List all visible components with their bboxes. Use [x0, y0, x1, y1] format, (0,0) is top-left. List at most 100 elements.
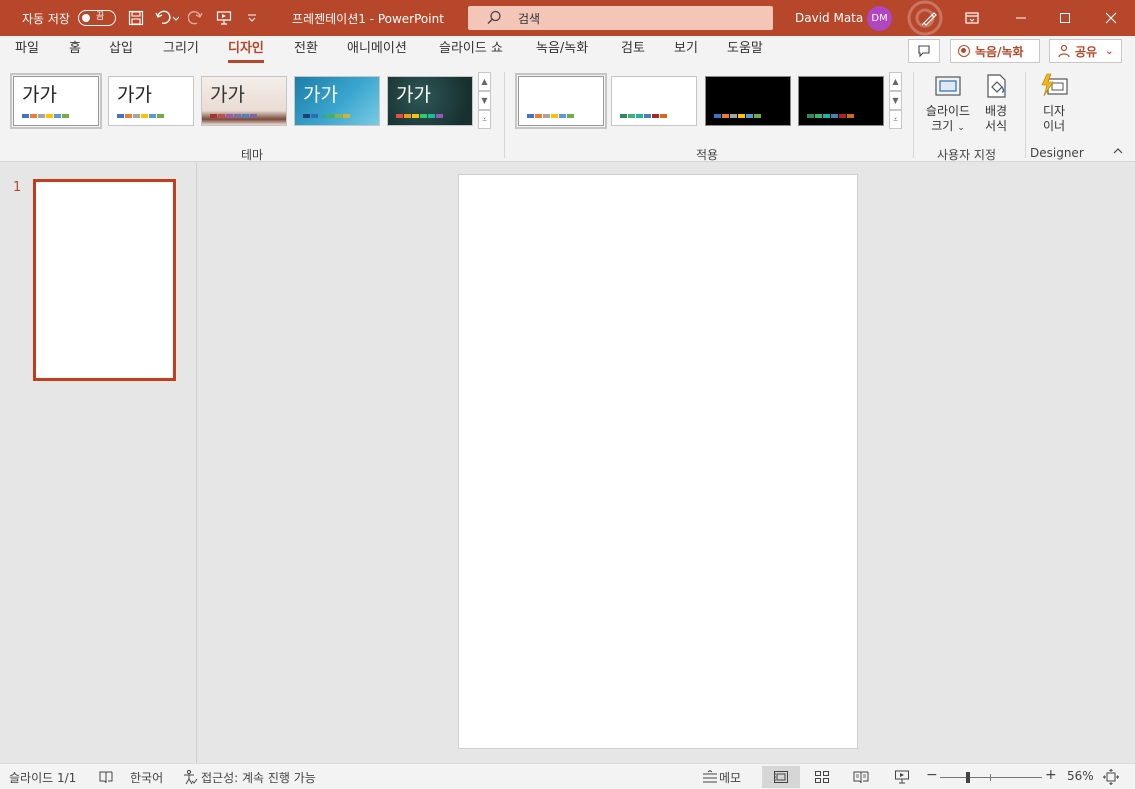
- notes-button[interactable]: 메모: [719, 769, 741, 786]
- slide-thumbnail[interactable]: [33, 179, 176, 381]
- accessibility-icon[interactable]: [181, 768, 199, 786]
- search-box[interactable]: 검색: [468, 6, 773, 30]
- tab-animations[interactable]: 애니메이션: [347, 41, 407, 63]
- format-background-label-1: 배경: [984, 104, 1008, 118]
- theme-sample-text: 가가: [303, 84, 338, 106]
- format-background-button[interactable]: 배경 서식: [978, 70, 1014, 134]
- customize-toolbar-icon[interactable]: [240, 6, 264, 30]
- theme-sample-text: 가가: [396, 84, 431, 106]
- language[interactable]: 한국어: [130, 769, 163, 786]
- tab-record[interactable]: 녹음/녹화: [536, 41, 588, 63]
- zoom-out-icon[interactable]: −: [926, 767, 938, 783]
- record-button[interactable]: 녹음/녹화: [950, 39, 1040, 63]
- designer-group-label: Designer: [1030, 146, 1084, 160]
- slide-size-label-2: 크기: [931, 119, 954, 133]
- reading-view-icon[interactable]: [852, 768, 870, 786]
- collapse-ribbon-icon[interactable]: [1112, 146, 1128, 162]
- theme-color-swatches: [396, 114, 443, 118]
- ribbon-display-icon[interactable]: [960, 6, 984, 30]
- user-name[interactable]: David Mata: [795, 11, 863, 25]
- slide-size-button[interactable]: 슬라이드 크기 ⌄: [922, 70, 974, 136]
- tab-file[interactable]: 파일: [15, 41, 39, 63]
- spellcheck-icon[interactable]: [97, 768, 115, 786]
- variants-gallery-scroll: ▲ ▼ ⩡: [889, 72, 902, 130]
- comments-button[interactable]: [908, 39, 940, 63]
- gallery-more-icon[interactable]: ⩡: [889, 110, 902, 129]
- theme-sample-text: 가가: [210, 84, 245, 106]
- redo-icon[interactable]: [184, 6, 208, 30]
- variant-color-swatches: [807, 114, 854, 118]
- pen-icon[interactable]: [917, 6, 941, 30]
- tab-transitions[interactable]: 전환: [294, 41, 318, 63]
- normal-view-icon[interactable]: [762, 766, 800, 788]
- zoom-percent[interactable]: 56%: [1067, 769, 1094, 783]
- minimize-icon[interactable]: [1009, 6, 1033, 30]
- tab-draw[interactable]: 그리기: [163, 41, 199, 63]
- slide-info[interactable]: 슬라이드 1/1: [9, 769, 76, 786]
- autosave-label: 자동 저장: [22, 11, 70, 26]
- status-bar: 슬라이드 1/1 한국어 접근성: 계속 진행 가능 메모 − + 56%: [0, 763, 1135, 789]
- tab-home[interactable]: 홈: [69, 41, 81, 63]
- search-placeholder: 검색: [518, 11, 541, 26]
- theme-thumbnail[interactable]: 가가: [387, 76, 473, 126]
- close-icon[interactable]: [1099, 6, 1123, 30]
- notes-icon[interactable]: [701, 768, 719, 786]
- ribbon-tabs: 파일 홈 삽입 그리기 디자인 전환 애니메이션 슬라이드 쇼 녹음/녹화 검토…: [0, 36, 1135, 66]
- theme-thumbnail[interactable]: 가가: [10, 73, 102, 129]
- designer-button[interactable]: 디자 이너: [1034, 70, 1074, 134]
- tab-design[interactable]: 디자인: [228, 41, 264, 63]
- variant-thumbnail[interactable]: [705, 76, 791, 126]
- tab-slideshow[interactable]: 슬라이드 쇼: [439, 41, 503, 63]
- slideshow-icon[interactable]: [893, 768, 911, 786]
- fit-to-window-icon[interactable]: [1102, 768, 1120, 786]
- chevron-down-icon: ⌄: [1105, 45, 1114, 57]
- chevron-down-icon: ⌄: [957, 123, 965, 133]
- theme-thumbnail[interactable]: 가가: [201, 76, 287, 126]
- variants-group-label: 적용: [696, 148, 719, 162]
- autosave-state: 끔: [95, 12, 105, 22]
- record-label: 녹음/녹화: [975, 44, 1024, 59]
- variant-thumbnail[interactable]: [798, 76, 884, 126]
- present-icon[interactable]: [212, 6, 236, 30]
- tab-insert[interactable]: 삽입: [109, 41, 133, 63]
- variant-color-swatches: [620, 114, 667, 118]
- theme-color-swatches: [210, 114, 257, 118]
- zoom-in-icon[interactable]: +: [1045, 767, 1057, 783]
- slide-number: 1: [13, 180, 22, 195]
- format-background-label-2: 서식: [984, 119, 1008, 133]
- theme-thumbnail[interactable]: 가가: [108, 76, 194, 126]
- theme-thumbnail[interactable]: 가가: [294, 76, 380, 126]
- share-button[interactable]: 공유 ⌄: [1049, 39, 1122, 63]
- slide-sorter-icon[interactable]: [813, 768, 831, 786]
- save-icon[interactable]: [124, 6, 148, 30]
- comment-icon: [918, 45, 930, 58]
- zoom-slider-track[interactable]: [940, 777, 1042, 778]
- scroll-down-icon[interactable]: ▼: [889, 91, 902, 110]
- tab-review[interactable]: 검토: [621, 41, 645, 63]
- designer-icon: [1038, 70, 1070, 102]
- tab-help[interactable]: 도움말: [727, 41, 763, 63]
- maximize-icon[interactable]: [1053, 6, 1077, 30]
- autosave-toggle[interactable]: 끔: [77, 10, 116, 26]
- customize-group-label: 사용자 지정: [937, 148, 997, 162]
- gallery-more-icon[interactable]: ⩡: [478, 110, 491, 129]
- ribbon: 가가 가가 가가 가가 가가 ▲ ▼ ⩡ 테마 ▲ ▼ ⩡ 적용 슬라이드 크기 ⌄ 배…: [0, 66, 1135, 162]
- tab-view[interactable]: 보기: [674, 41, 698, 63]
- format-background-icon: [980, 70, 1012, 102]
- variant-thumbnail[interactable]: [515, 73, 607, 129]
- avatar[interactable]: DM: [867, 6, 892, 31]
- scroll-up-icon[interactable]: ▲: [889, 72, 902, 91]
- themes-gallery-scroll: ▲ ▼ ⩡: [478, 72, 491, 130]
- undo-icon[interactable]: [152, 6, 182, 30]
- variant-color-swatches: [527, 114, 574, 118]
- variant-thumbnail[interactable]: [611, 76, 697, 126]
- zoom-slider-thumb[interactable]: [966, 772, 970, 783]
- document-title: 프레젠테이션1 - PowerPoint: [292, 12, 444, 26]
- scroll-up-icon[interactable]: ▲: [478, 72, 491, 91]
- title-bar: 자동 저장 끔 프레젠테이션1 - PowerPoint 검색 David Ma…: [0, 0, 1135, 36]
- share-label: 공유: [1075, 44, 1098, 59]
- slide[interactable]: [458, 174, 858, 749]
- scroll-down-icon[interactable]: ▼: [478, 91, 491, 110]
- accessibility-status[interactable]: 접근성: 계속 진행 가능: [201, 769, 316, 786]
- variant-color-swatches: [714, 114, 761, 118]
